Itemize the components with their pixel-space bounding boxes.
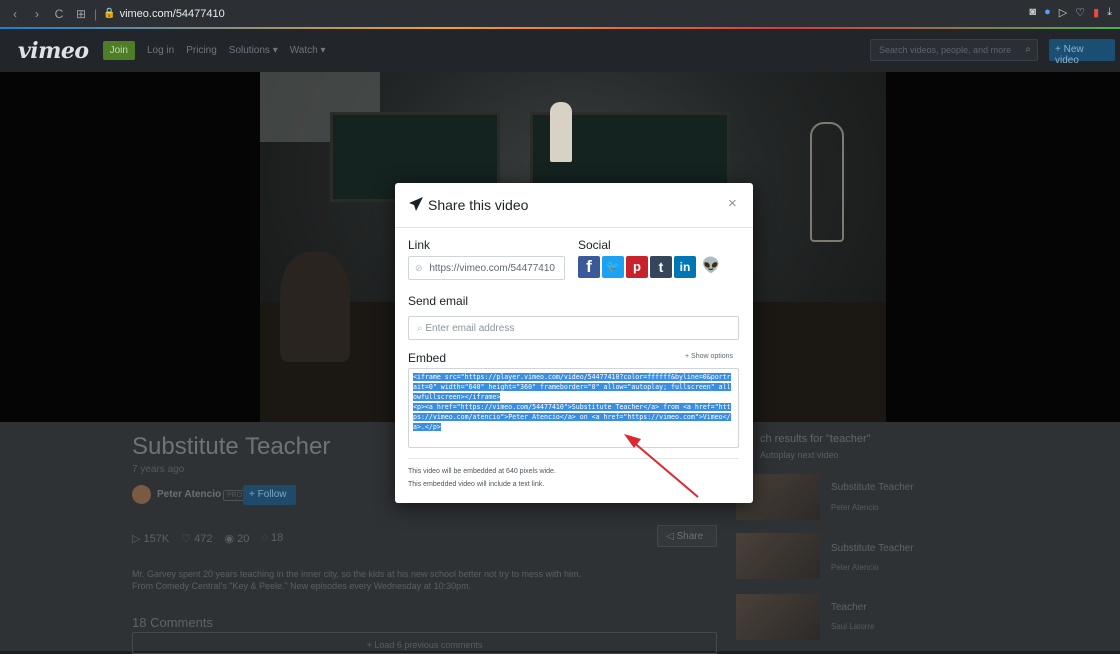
vimeo-logo[interactable]: vimeo [18, 38, 89, 64]
embed-code-textarea[interactable]: <iframe src="https://player.vimeo.com/vi… [408, 368, 739, 448]
video-age: 7 years ago [132, 464, 185, 475]
related-title[interactable]: Teacher [831, 602, 867, 613]
watch-menu[interactable]: Watch ▾ [290, 45, 326, 56]
share-button[interactable]: ◁ Share [657, 525, 717, 547]
comments-stat[interactable]: ◌ 18 [261, 532, 283, 545]
shield-icon[interactable]: ● [1044, 6, 1051, 19]
embed-code-text: <iframe src="https://player.vimeo.com/vi… [413, 373, 731, 431]
link-value: https://vimeo.com/54477410 [429, 263, 555, 274]
embed-label: Embed [408, 351, 447, 365]
forward-icon[interactable]: › [30, 7, 44, 21]
pinterest-icon[interactable]: p [626, 256, 648, 278]
new-video-button[interactable]: + New video [1049, 39, 1115, 66]
author-name[interactable]: Peter Atencio [157, 489, 221, 500]
embed-link-note: This embedded video will include a text … [408, 481, 545, 488]
heart-icon: ♡ [181, 533, 195, 545]
likes-count: 472 [194, 533, 213, 545]
likes-stat[interactable]: ♡ 472 [181, 532, 212, 545]
search-icon[interactable]: ⌕ [1025, 44, 1031, 55]
close-button[interactable]: × [728, 195, 737, 212]
modal-title: Share this video [428, 197, 529, 213]
video-title: Substitute Teacher [132, 433, 331, 460]
follow-button[interactable]: + Follow [243, 485, 296, 505]
search-placeholder: Search videos, people, and more [879, 45, 1012, 55]
email-field[interactable]: ⌕ Enter email address [408, 316, 739, 340]
related-title[interactable]: Substitute Teacher [831, 482, 914, 493]
link-icon: ⊘ [415, 263, 423, 273]
plays-stat: ▷ 157K [132, 532, 169, 545]
embed-width-note: This video will be embedded at 640 pixel… [408, 468, 556, 475]
skeleton-model [810, 122, 844, 242]
login-link[interactable]: Log in [147, 45, 174, 56]
embed-code: <iframe src="https://player.vimeo.com/vi… [413, 372, 734, 432]
tumblr-icon[interactable]: t [650, 256, 672, 278]
teacher-figure [550, 102, 572, 162]
related-title[interactable]: Substitute Teacher [831, 543, 914, 554]
collections-stat[interactable]: ◉ 20 [225, 532, 250, 545]
email-placeholder: Enter email address [425, 323, 515, 334]
back-icon[interactable]: ‹ [8, 7, 22, 21]
play-icon[interactable]: ▷ [1059, 6, 1067, 19]
pricing-link[interactable]: Pricing [186, 45, 217, 56]
share-modal: Share this video × Link ⊘ https://vimeo.… [395, 183, 753, 503]
linkedin-icon[interactable]: in [674, 256, 696, 278]
stack-icon: ◉ [224, 533, 238, 545]
play-icon: ▷ [132, 533, 144, 545]
send-email-label: Send email [408, 294, 469, 308]
related-author[interactable]: Saul Latorre [831, 622, 875, 631]
join-button[interactable]: Join [102, 41, 135, 60]
toolbar-divider: | [94, 6, 98, 21]
apps-grid-icon[interactable]: ⊞ [74, 7, 88, 21]
search-results-heading: ch results for "teacher" [760, 433, 871, 445]
collections-count: 20 [237, 533, 250, 545]
plays-count: 157K [143, 533, 170, 545]
social-label: Social [578, 238, 611, 252]
related-thumbnail[interactable] [736, 594, 820, 640]
student [280, 252, 350, 362]
download-icon[interactable]: ⤓ [1107, 6, 1112, 19]
share-label: Share [676, 531, 704, 542]
solutions-menu[interactable]: Solutions ▾ [229, 45, 278, 56]
camera-icon[interactable]: ◙ [1029, 6, 1036, 19]
facebook-icon[interactable]: f [578, 256, 600, 278]
video-stats: ▷ 157K ♡ 472 ◉ 20 ◌ 18 [132, 532, 283, 545]
avatar[interactable] [132, 485, 151, 504]
extensions-area: ◙ ● ▷ ♡ ▮ ⤓ [1029, 6, 1112, 19]
related-thumbnail[interactable] [736, 533, 820, 579]
send-icon: ◁ [666, 531, 677, 542]
video-description: Mr. Garvey spent 20 years teaching in th… [132, 569, 582, 591]
reload-icon[interactable]: C [52, 7, 66, 21]
search-input[interactable]: Search videos, people, and more ⌕ [870, 39, 1038, 61]
link-field[interactable]: ⊘ https://vimeo.com/54477410 [408, 256, 565, 280]
browser-toolbar: ‹ › C ⊞ | 🔒 vimeo.com/54477410 ◙ ● ▷ ♡ ▮… [0, 0, 1120, 27]
divider [408, 458, 739, 459]
twitter-icon[interactable]: 🐦 [602, 256, 624, 278]
paper-plane-icon [409, 197, 423, 211]
link-label: Link [408, 238, 431, 252]
lock-icon: 🔒 [103, 8, 116, 19]
extension-icon[interactable]: ▮ [1093, 6, 1099, 19]
show-options-link[interactable]: + Show options [685, 353, 733, 360]
comment-icon: ◌ [261, 532, 271, 544]
comments-count: 18 [271, 532, 284, 544]
autoplay-toggle[interactable]: Autoplay next video [760, 450, 839, 460]
reddit-icon[interactable]: 👽 [700, 255, 722, 277]
address-bar[interactable]: vimeo.com/54477410 [120, 8, 225, 20]
heart-icon[interactable]: ♡ [1075, 6, 1085, 19]
related-author[interactable]: Peter Atencio [831, 503, 879, 512]
modal-header: Share this video × [395, 183, 753, 228]
comments-heading: 18 Comments [132, 615, 213, 630]
site-header: vimeo Join Log in Pricing Solutions ▾ Wa… [0, 29, 1120, 72]
related-author[interactable]: Peter Atencio [831, 563, 879, 572]
